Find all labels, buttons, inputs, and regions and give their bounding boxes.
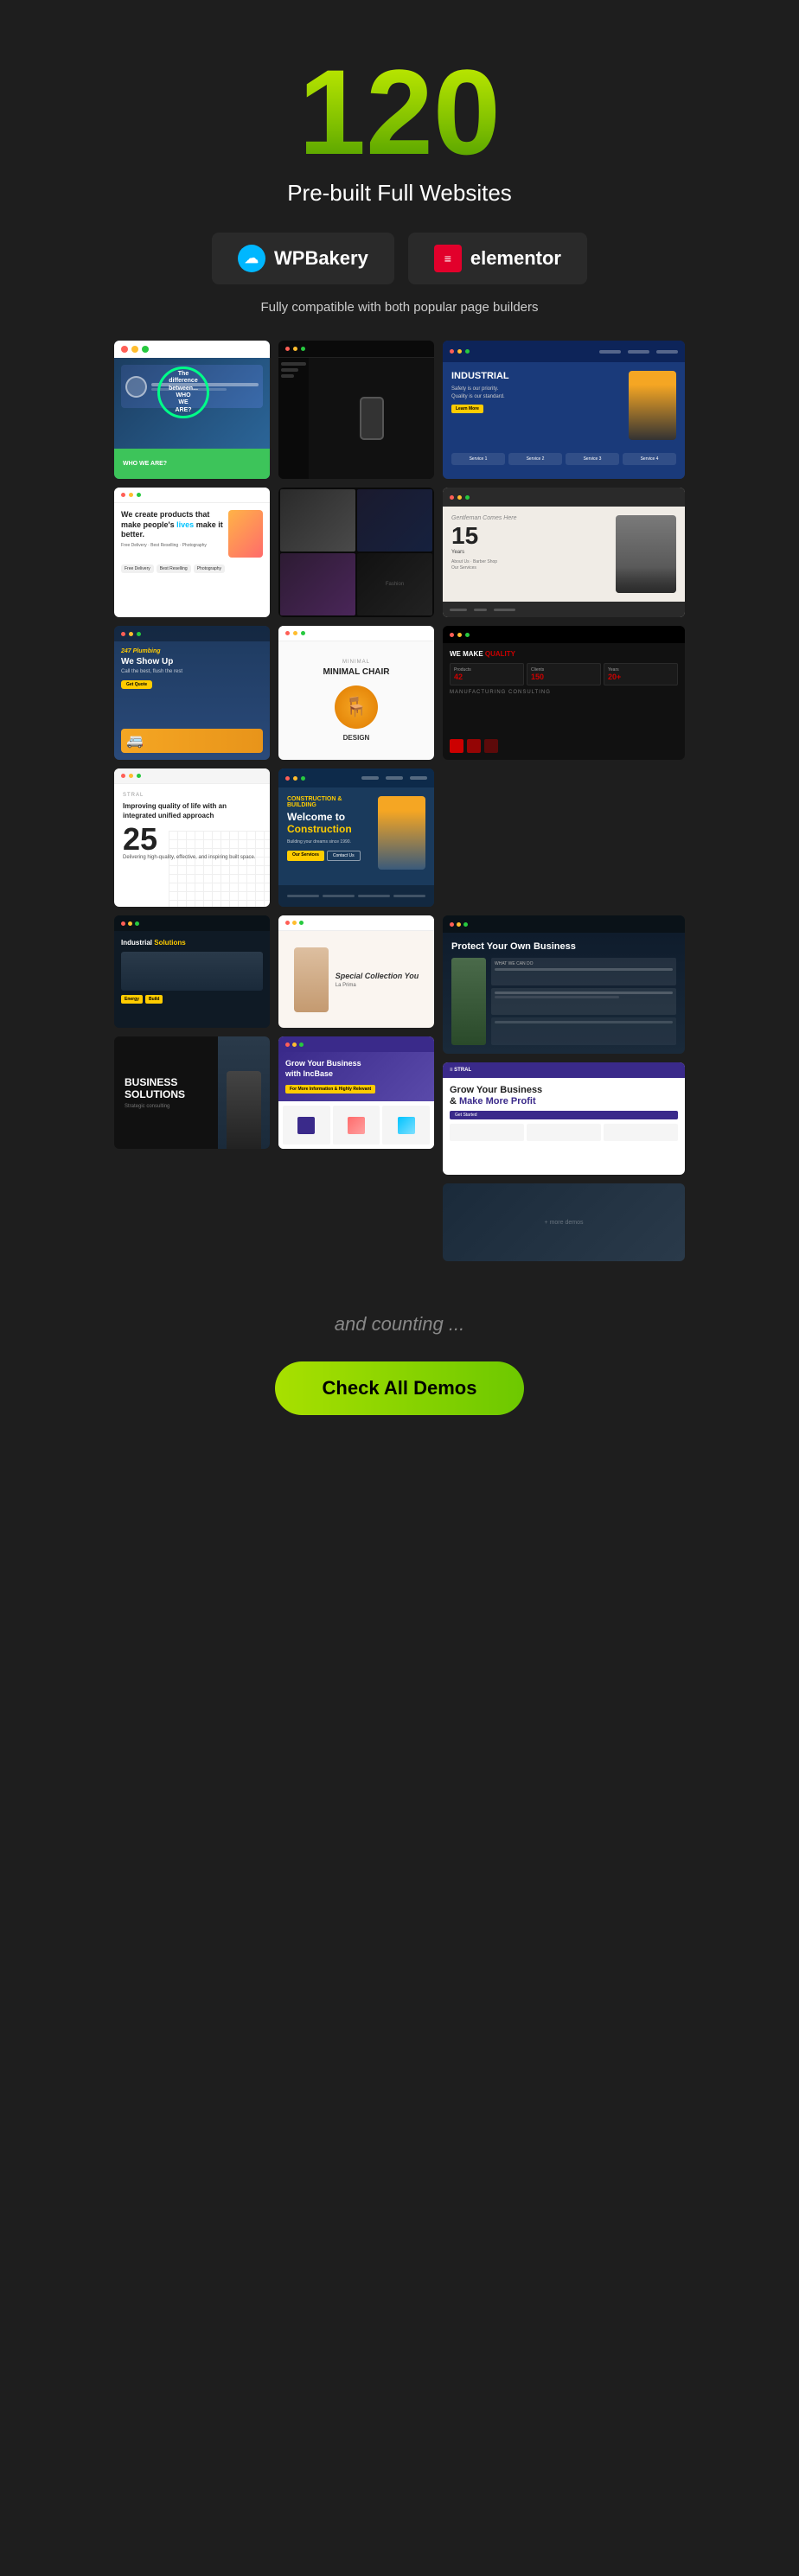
demo-card-protect[interactable]: Protect Your Own Business WHAT WE CAN DO [443, 915, 685, 1054]
builder-badge-elementor[interactable]: ≡ elementor [408, 233, 587, 284]
demo-card-dark[interactable] [278, 341, 434, 479]
demo-card-grow[interactable]: Grow Your Businesswith IncBase For More … [278, 1036, 434, 1149]
elementor-icon: ≡ [434, 245, 462, 272]
demo-card-profit[interactable]: ≡ STRAL Grow Your Business& Make More Pr… [443, 1062, 685, 1175]
demo-card-extra[interactable]: + more demos [443, 1183, 685, 1261]
counting-text: and counting ... [335, 1313, 464, 1336]
check-all-demos-button[interactable]: Check All Demos [275, 1361, 525, 1415]
wpbakery-label: WPBakery [274, 247, 368, 270]
compat-text: Fully compatible with both popular page … [260, 300, 538, 315]
hero-number: 120 [298, 52, 501, 173]
demo-card-industrial-sm[interactable]: Industrial Solutions Energy Build [114, 915, 270, 1028]
demo-card-quality[interactable]: STRAL Improving quality of life with an … [114, 768, 270, 907]
demo-card-manufacturing[interactable]: WE MAKE QUALITY Products 42 Clients 150 … [443, 626, 685, 760]
builder-badge-wpbakery[interactable]: ☁ WPBakery [212, 233, 394, 284]
elementor-label: elementor [470, 247, 561, 270]
wpbakery-icon: ☁ [238, 245, 265, 272]
demo-card-bizsolutions[interactable]: BUSINESSSOLUTIONS Strategic consulting [114, 1036, 270, 1149]
lower-demos-section: Industrial Solutions Energy Build BUSINE… [114, 915, 685, 1261]
demo-card-chair[interactable]: MINIMAL MINIMAL CHAIR 🪑 DESIGN [278, 626, 434, 760]
demo-card-products[interactable]: We create products that make people's li… [114, 488, 270, 617]
demo-card-business[interactable]: Thedifferencebetween...WHOWEARE? WHO WE … [114, 341, 270, 479]
demo-card-fashion[interactable]: Special Collection You La Prima [278, 915, 434, 1028]
builders-row: ☁ WPBakery ≡ elementor [212, 233, 587, 284]
demos-grid: Thedifferencebetween...WHOWEARE? WHO WE … [114, 341, 685, 907]
demo-card-barber[interactable]: Gentleman Comes Here 15 Years About Us ·… [443, 488, 685, 617]
demo-card-photography[interactable]: Fashion [278, 488, 434, 617]
demo-card-contractor[interactable]: 247 Plumbing We Show Up Call the best, f… [114, 626, 270, 760]
hero-subtitle: Pre-built Full Websites [287, 180, 512, 207]
demo-card-industrial[interactable]: INDUSTRIAL Safety is our priority.Qualit… [443, 341, 685, 479]
demo-card-construction[interactable]: CONSTRUCTION & BUILDING Welcome to Const… [278, 768, 434, 907]
